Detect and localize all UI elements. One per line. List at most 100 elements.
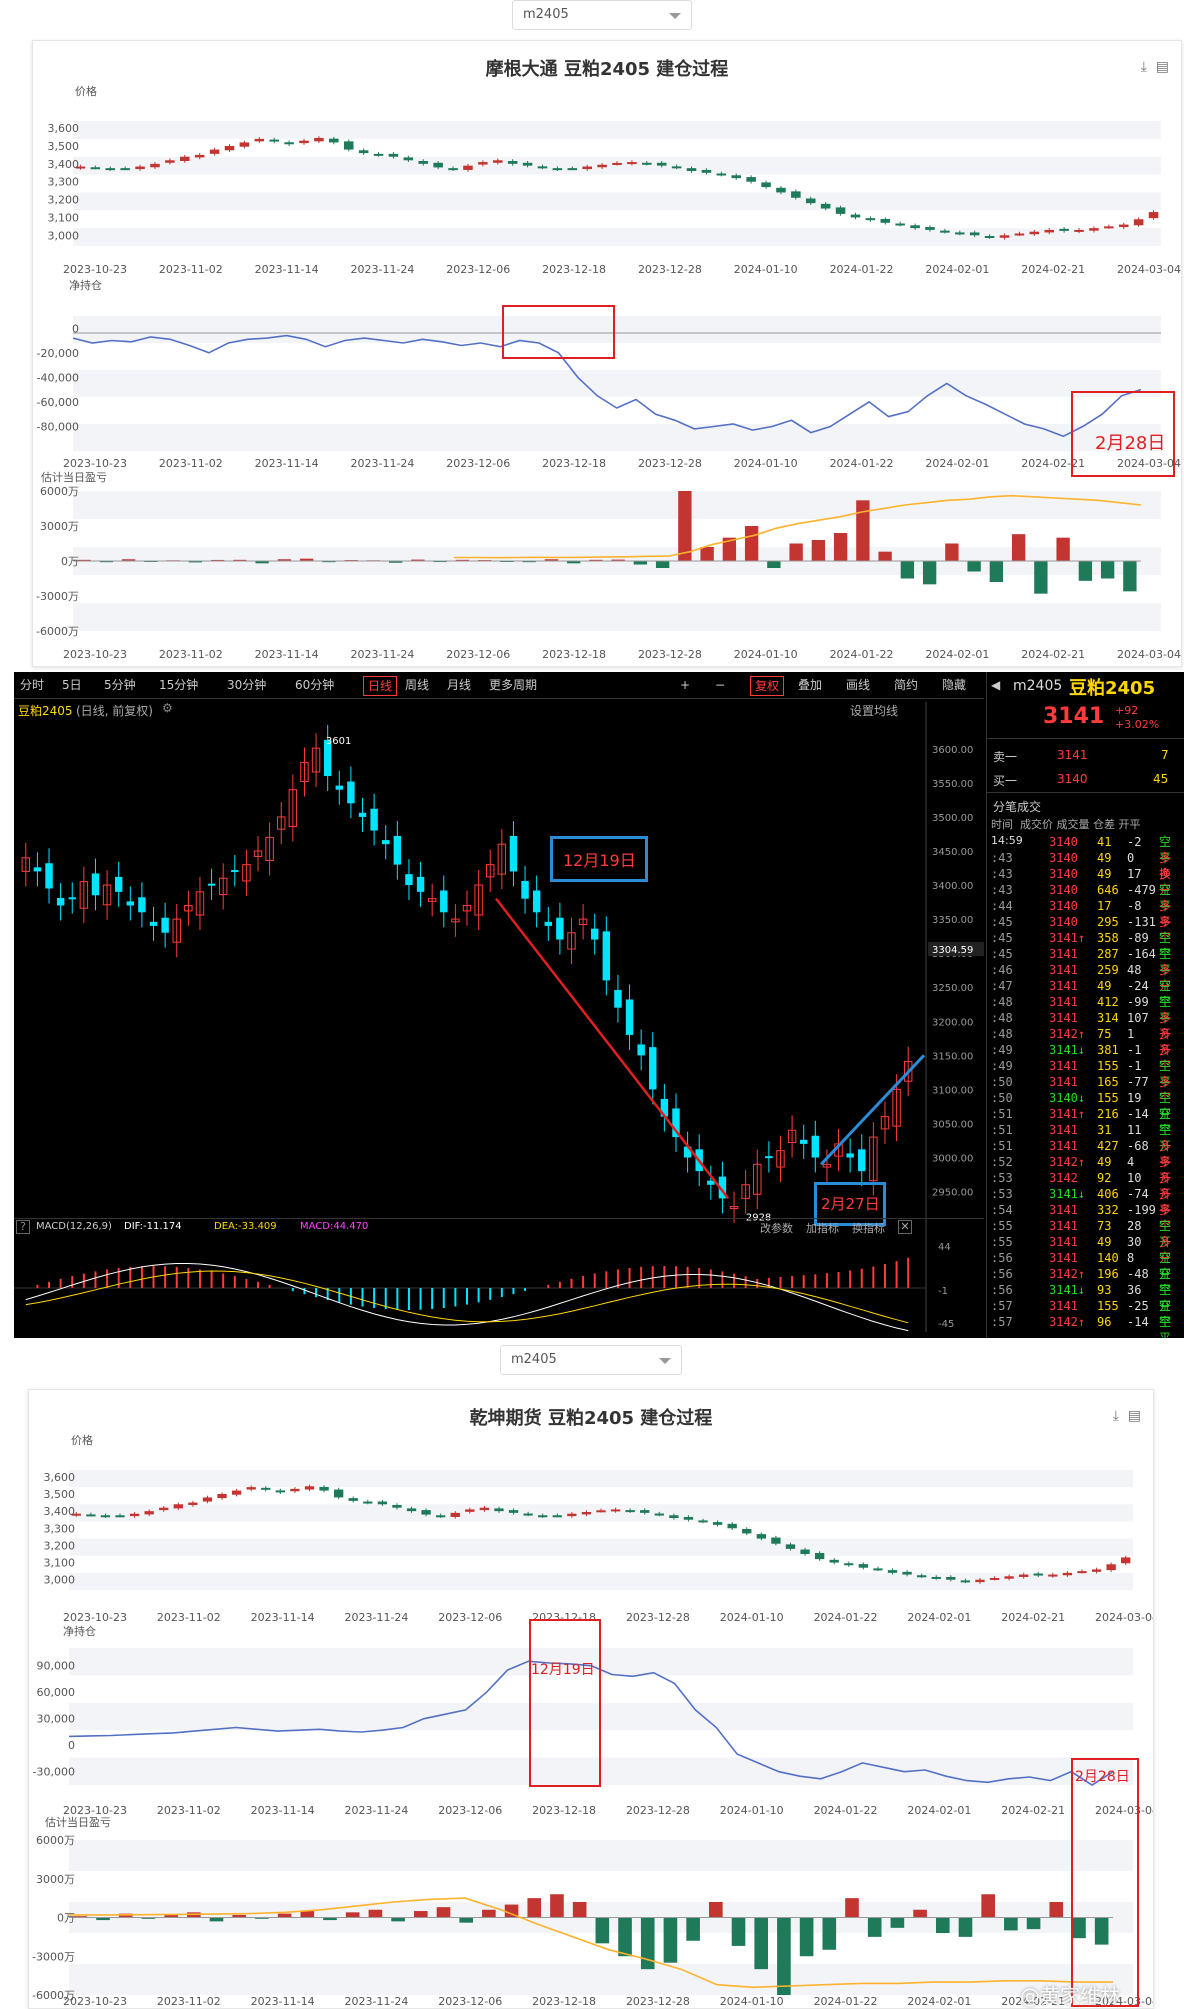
candle-body [552, 1515, 562, 1518]
candle-body [207, 883, 216, 886]
candle-body [231, 870, 239, 873]
grid-band [73, 192, 1161, 211]
candle-body [433, 162, 443, 168]
x-tick-label: 2024-02-01 [925, 457, 989, 470]
candle-body [329, 138, 339, 143]
x-tick-label: 2023-12-06 [438, 1611, 502, 1624]
quote-name: 豆粕2405 [1069, 678, 1156, 699]
x-tick-label: 2024-01-22 [814, 1804, 878, 1817]
tick-cell-v: 75 [1097, 1027, 1112, 1041]
x-tick-label: 2023-12-06 [446, 457, 510, 470]
candle-body [649, 1047, 657, 1090]
pnl-bar [1011, 534, 1026, 561]
candle-body [612, 162, 622, 165]
down-arrow [495, 897, 730, 1200]
pnl-bar [922, 561, 937, 585]
tick-cell-t: :52 [991, 1155, 1013, 1169]
x-tick-label: 2023-12-06 [438, 1995, 502, 2008]
candle-body [742, 1528, 752, 1534]
back-arrow-icon[interactable]: ◀ [991, 678, 1000, 692]
x-tick-label: 2023-11-14 [255, 263, 319, 276]
tick-cell-p: 3141 [1049, 1075, 1078, 1089]
candle-body [544, 921, 552, 926]
x-tick-label: 2023-10-23 [63, 263, 127, 276]
tick-cell-p: 3141 [1049, 1139, 1078, 1153]
tick-cell-p: 3141 [1049, 1219, 1078, 1233]
tick-cell-d: 1 [1127, 1027, 1135, 1041]
candle-body [727, 1523, 737, 1529]
grid-band [69, 1538, 1133, 1556]
candle-body [683, 1516, 694, 1520]
tick-cell-d: -164 [1127, 947, 1156, 961]
candle-body [319, 1486, 329, 1491]
tick-cell-p: 3142 [1049, 1171, 1078, 1185]
candle-body [1089, 228, 1099, 231]
candle-body [202, 1497, 213, 1502]
candle-body [686, 168, 697, 171]
macd-help-icon[interactable]: ? [16, 1220, 30, 1234]
candle-body [902, 1571, 912, 1575]
close-icon[interactable]: ✕ [898, 1220, 912, 1234]
candle-body [538, 1515, 548, 1518]
tick-cell-d: -77 [1127, 1075, 1149, 1089]
x-tick-label: 2023-10-23 [63, 1995, 127, 2008]
macd-tick-label: -1 [938, 1286, 948, 1297]
x-tick-label: 2023-11-24 [350, 648, 414, 661]
quote-code: m2405 [1013, 678, 1063, 694]
macd-change-params[interactable]: 改参数 [760, 1220, 793, 1236]
tick-cell-d: -68 [1127, 1139, 1149, 1153]
tick-cell-v: 155 [1097, 1299, 1119, 1313]
y-tick-label: 0万 [61, 555, 79, 568]
candle-body [880, 219, 891, 223]
macd-value: MACD:44.470 [300, 1221, 369, 1232]
tick-cell-p: 3141 [1049, 1059, 1078, 1073]
pnl-bar [527, 1898, 542, 1918]
candle-body [850, 214, 861, 218]
x-tick-label: 2024-02-21 [1001, 1804, 1065, 1817]
tick-cell-t: :55 [991, 1219, 1013, 1233]
buy-label: 买一 [993, 774, 1018, 788]
candle-body [596, 1510, 606, 1513]
dec19-highlight-box: 12月19日 [529, 1619, 601, 1787]
x-tick-label: 2024-01-22 [814, 1995, 878, 2008]
tick-cell-v: 332 [1097, 1203, 1119, 1217]
candle-body [701, 169, 712, 173]
macd-switch-indicator[interactable]: 换指标 [852, 1220, 885, 1236]
contract-select[interactable]: m2405 [512, 0, 692, 30]
price-tick-label: 3450.00 [932, 847, 973, 858]
divider [987, 792, 1184, 793]
grid-band [69, 1840, 1133, 1871]
feb28-highlight-box: 2月28日 [1071, 1758, 1139, 2007]
macd-add-indicator[interactable]: 加指标 [806, 1220, 839, 1236]
tick-cell-d: 48 [1127, 963, 1142, 977]
candle-body [625, 999, 634, 1035]
candle-body [115, 1515, 125, 1518]
feb28-label: 2月28日 [1095, 433, 1166, 454]
candle-body [537, 166, 548, 169]
candle-body [343, 141, 354, 150]
y-tick-label: 3,600 [48, 122, 80, 135]
tick-cell-p: 3141 [1049, 979, 1078, 993]
y-tick-label: 0 [72, 322, 79, 335]
y-tick-label: 60,000 [37, 1686, 76, 1699]
candle-body [1033, 1573, 1043, 1576]
candle-body [126, 901, 135, 906]
tick-cell-p: 3141↑ [1049, 931, 1086, 945]
candle-body [785, 1544, 796, 1549]
contract-select-2[interactable]: m2405 [500, 1345, 682, 1375]
x-tick-label: 2023-12-18 [532, 1995, 596, 2008]
tick-cell-v: 427 [1097, 1139, 1119, 1153]
pnl-bar [678, 491, 692, 561]
tick-cell-t: :51 [991, 1107, 1013, 1121]
pnl-bar [700, 547, 714, 561]
tick-cell-d: 8 [1127, 1251, 1135, 1265]
candle-body [820, 203, 831, 209]
candle-body [960, 1580, 971, 1583]
candle-body [865, 218, 876, 221]
candle-body [567, 168, 578, 171]
candle-body [135, 166, 145, 170]
candle-body [377, 1501, 388, 1505]
pnl-bar [663, 1917, 678, 1963]
tick-row: :45 3141 287 -164 空平 [987, 946, 1179, 977]
grid-band [69, 1572, 1133, 1590]
